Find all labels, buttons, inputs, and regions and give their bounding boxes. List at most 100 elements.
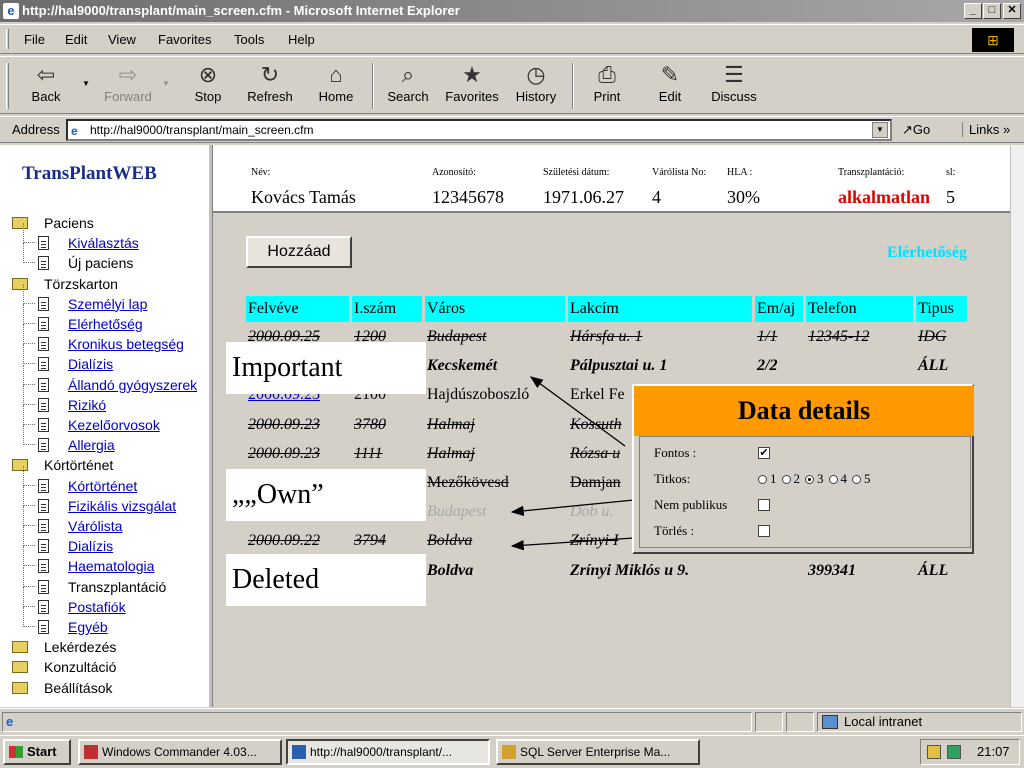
- refresh-button[interactable]: ↻ Refresh: [242, 61, 298, 104]
- table-cell: 2/2: [757, 357, 778, 375]
- sidebar-link[interactable]: Haematologia: [68, 558, 154, 574]
- menu-file[interactable]: File: [24, 32, 45, 47]
- sidebar-link[interactable]: Fizikális vizsgálat: [68, 498, 176, 514]
- sidebar-item[interactable]: Konzultáció: [0, 657, 208, 677]
- radio-button-icon[interactable]: [758, 475, 767, 484]
- vertical-scrollbar[interactable]: [1010, 145, 1024, 707]
- sl-label: sl:: [946, 167, 956, 178]
- back-dropdown-icon[interactable]: ▼: [82, 79, 90, 88]
- radio-button-icon[interactable]: [828, 475, 838, 484]
- edit-icon: ✎: [660, 62, 680, 87]
- edit-button[interactable]: ✎ Edit: [650, 61, 690, 104]
- network-icon[interactable]: [947, 745, 961, 759]
- column-header-iszam[interactable]: I.szám: [352, 296, 422, 322]
- close-button[interactable]: ✕: [1003, 3, 1021, 19]
- search-button[interactable]: ⌕ Search: [382, 61, 434, 104]
- task-sql-server[interactable]: SQL Server Enterprise Ma...: [496, 739, 700, 765]
- menu-help[interactable]: Help: [288, 32, 315, 47]
- commander-icon: [84, 745, 98, 759]
- menu-tools[interactable]: Tools: [234, 32, 264, 47]
- contact-link[interactable]: Elérhetőség: [887, 244, 967, 262]
- task-windows-commander[interactable]: Windows Commander 4.03...: [78, 739, 282, 765]
- sidebar-link[interactable]: Állandó gyógyszerek: [68, 377, 197, 393]
- sidebar-link[interactable]: Dialízis: [68, 356, 113, 372]
- sidebar-link[interactable]: Postafiók: [68, 599, 126, 615]
- tree-connector: [23, 506, 35, 526]
- column-header-felveve[interactable]: Felvéve: [246, 296, 349, 322]
- fontos-checkbox[interactable]: ✔: [758, 447, 770, 459]
- forward-dropdown-icon[interactable]: ▼: [162, 79, 170, 88]
- radio-button-icon[interactable]: [781, 475, 791, 484]
- sidebar-link[interactable]: Dialízis: [68, 538, 113, 554]
- sidebar-link[interactable]: Elérhetőség: [68, 316, 143, 332]
- column-header-varos[interactable]: Város: [425, 296, 565, 322]
- sidebar-item[interactable]: Lekérdezés: [0, 637, 208, 657]
- sidebar-link[interactable]: Várólista: [68, 518, 122, 534]
- menu-view[interactable]: View: [108, 32, 136, 47]
- go-button[interactable]: ↗Go: [902, 122, 930, 138]
- sidebar-link[interactable]: Allergia: [68, 437, 115, 453]
- column-header-tipus[interactable]: Tipus: [916, 296, 967, 322]
- sidebar-link[interactable]: Kiválasztás: [68, 235, 139, 251]
- torles-checkbox[interactable]: [758, 525, 770, 537]
- table-cell: Budapest: [427, 503, 487, 521]
- discuss-label: Discuss: [711, 89, 757, 104]
- volume-icon[interactable]: [927, 745, 941, 759]
- radio-label: 3: [817, 471, 824, 486]
- forward-button[interactable]: ⇨ Forward: [100, 61, 156, 104]
- sidebar: TransPlantWEB Paciens Kiválasztás Új pacie…: [0, 145, 208, 707]
- app-logo: TransPlantWEB: [22, 163, 157, 184]
- address-dropdown-icon[interactable]: ▼: [872, 122, 888, 138]
- minimize-button[interactable]: _: [964, 3, 982, 19]
- table-cell: 2000.09.23: [248, 444, 320, 462]
- task-label: SQL Server Enterprise Ma...: [520, 745, 671, 759]
- titkos-radio-option[interactable]: 3: [805, 471, 824, 486]
- clock: 21:07: [977, 744, 1010, 759]
- table-cell: ÁLL: [918, 561, 949, 579]
- tree-connector: [23, 425, 35, 446]
- back-button[interactable]: ⇦ Back: [24, 61, 68, 104]
- column-header-emaj[interactable]: Em/aj: [755, 296, 803, 322]
- window-title-bar[interactable]: e http://hal9000/transplant/main_screen.…: [0, 0, 1024, 22]
- titkos-radio-option[interactable]: 1: [758, 471, 777, 486]
- sidebar-link[interactable]: Egyéb: [68, 619, 108, 635]
- stop-button[interactable]: ⊗ Stop: [186, 61, 230, 104]
- titkos-radio-option[interactable]: 2: [781, 471, 800, 486]
- address-input[interactable]: e http://hal9000/transplant/main_screen.…: [66, 119, 892, 141]
- sidebar-item[interactable]: Allergia: [0, 425, 208, 455]
- sidebar-link[interactable]: Rizikó: [68, 397, 106, 413]
- links-button[interactable]: Links »: [962, 122, 1010, 137]
- address-bar: Address e http://hal9000/transplant/main…: [0, 116, 1024, 143]
- dob-label: Születési dátum:: [543, 167, 610, 178]
- print-button[interactable]: ⎙ Print: [584, 61, 630, 104]
- sidebar-link[interactable]: Kronikus betegség: [68, 336, 184, 352]
- menu-edit[interactable]: Edit: [65, 32, 87, 47]
- history-button[interactable]: ◷ History: [510, 61, 562, 104]
- favorites-button[interactable]: ★ Favorites: [440, 61, 504, 104]
- home-button[interactable]: ⌂ Home: [312, 61, 360, 104]
- add-button[interactable]: Hozzáad: [246, 236, 352, 268]
- sidebar-item[interactable]: Beállítások: [0, 678, 208, 698]
- sidebar-item[interactable]: Új paciens: [0, 243, 208, 273]
- start-button[interactable]: Start: [3, 739, 71, 765]
- sidebar-item[interactable]: Egyéb: [0, 607, 208, 637]
- column-header-telefon[interactable]: Telefon: [806, 296, 913, 322]
- radio-button-icon[interactable]: [805, 475, 814, 484]
- refresh-icon: ↻: [260, 62, 280, 87]
- sidebar-link[interactable]: Kórtörténet: [68, 478, 137, 494]
- column-header-lakcim[interactable]: Lakcím: [568, 296, 752, 322]
- titkos-radio-option[interactable]: 5: [852, 471, 871, 486]
- titkos-radio-option[interactable]: 4: [828, 471, 847, 486]
- menu-favorites[interactable]: Favorites: [158, 32, 211, 47]
- sidebar-link[interactable]: Személyi lap: [68, 296, 147, 312]
- discuss-button[interactable]: ☰ Discuss: [706, 61, 762, 104]
- maximize-button[interactable]: □: [983, 3, 1001, 19]
- table-cell: Pálpusztai u. 1: [570, 357, 668, 375]
- task-ie-window[interactable]: http://hal9000/transplant/...: [286, 739, 490, 765]
- radio-label: 1: [770, 471, 777, 486]
- sidebar-link[interactable]: Kezelőorvosok: [68, 417, 160, 433]
- address-label: Address: [12, 122, 60, 137]
- radio-button-icon[interactable]: [852, 475, 861, 484]
- nem-publikus-checkbox[interactable]: [758, 499, 770, 511]
- sidebar-item-label: Törzskarton: [44, 275, 118, 292]
